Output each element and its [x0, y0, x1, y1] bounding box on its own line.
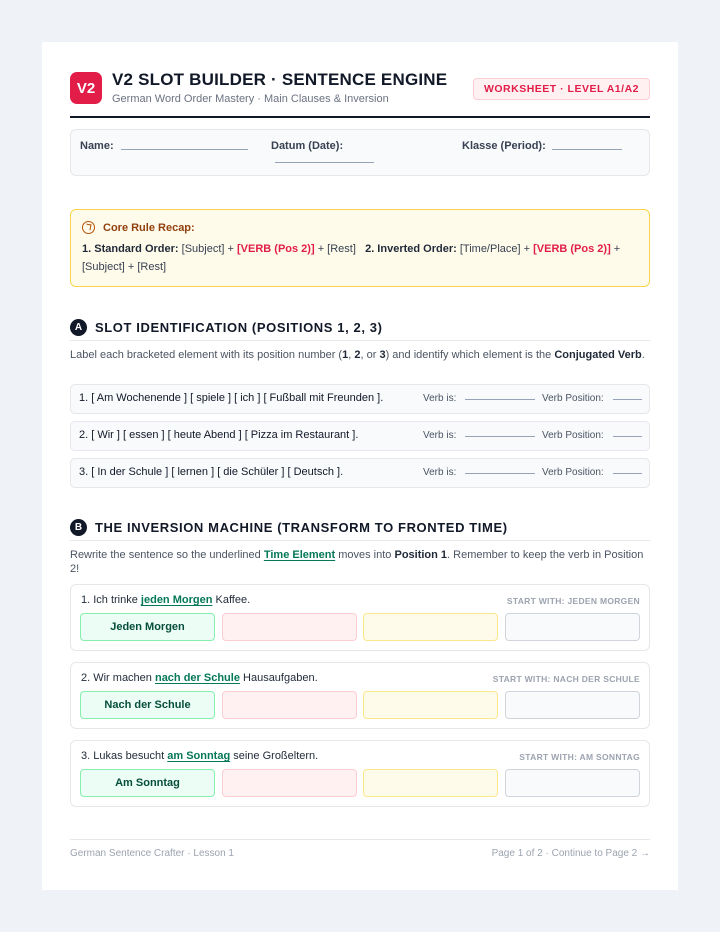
slot-position-1: Am Sonntag	[80, 769, 215, 797]
sentence-text: Hausaufgaben.	[239, 672, 318, 684]
inversion-card: 3. Lukas besucht am Sonntag seine Großel…	[70, 740, 650, 807]
verb-position-field[interactable]	[613, 399, 642, 400]
verb-position-label: Verb Position:	[542, 467, 604, 478]
class-field[interactable]	[552, 149, 622, 150]
slot-rest[interactable]	[505, 769, 640, 797]
page-title: V2 SLOT BUILDER · SENTENCE ENGINE	[112, 70, 448, 89]
exercise-sentence: 1. [ Am Wochenende ] [ spiele ] [ ich ] …	[79, 392, 384, 404]
section-a-title: SLOT IDENTIFICATION (POSITIONS 1, 2, 3)	[95, 320, 383, 335]
inversion-card: 2. Wir machen nach der Schule Hausaufgab…	[70, 662, 650, 729]
sentence-text: 2. Wir machen	[81, 672, 155, 684]
verb-is-label: Verb is:	[423, 467, 457, 478]
date-field[interactable]	[275, 162, 374, 163]
exercise-row: 2. [ Wir ] [ essen ] [ heute Abend ] [ P…	[70, 421, 650, 451]
exercise-row: 3. [ In der Schule ] [ lernen ] [ die Sc…	[70, 458, 650, 488]
card-sentence: 2. Wir machen nach der Schule Hausaufgab…	[81, 672, 318, 684]
core-rule-recap: Core Rule Recap: 1. Standard Order: [Sub…	[70, 209, 650, 287]
instr-time-element: Time Element	[263, 549, 336, 561]
instr-bold: Conjugated Verb	[554, 349, 642, 361]
instr-text: .	[641, 349, 645, 361]
exercise-sentence: 2. [ Wir ] [ essen ] [ heute Abend ] [ P…	[79, 429, 359, 441]
footer-pagination[interactable]: Page 1 of 2 · Continue to Page 2 →	[492, 848, 650, 859]
section-a-heading: A SLOT IDENTIFICATION (POSITIONS 1, 2, 3…	[70, 315, 650, 341]
slot-position-3[interactable]	[363, 769, 498, 797]
slot-position-2[interactable]	[222, 691, 357, 719]
slot-position-2[interactable]	[222, 613, 357, 641]
compass-icon	[82, 221, 95, 234]
card-sentence: 3. Lukas besucht am Sonntag seine Großel…	[81, 750, 318, 762]
card-sentence: 1. Ich trinke jeden Morgen Kaffee.	[81, 594, 250, 606]
instr-text: moves into	[335, 549, 395, 561]
rule2-label: 2. Inverted Order:	[365, 243, 457, 255]
slot-position-3[interactable]	[363, 613, 498, 641]
name-field[interactable]	[121, 149, 248, 150]
verb-is-field[interactable]	[465, 436, 535, 437]
inversion-card: 1. Ich trinke jeden Morgen Kaffee. START…	[70, 584, 650, 651]
slot-rest[interactable]	[505, 613, 640, 641]
page-subtitle: German Word Order Mastery · Main Clauses…	[112, 93, 389, 105]
verb-is-field[interactable]	[465, 399, 535, 400]
header: V2 V2 SLOT BUILDER · SENTENCE ENGINE Ger…	[70, 70, 650, 118]
verb-position-label: Verb Position:	[542, 393, 604, 404]
recap-title: Core Rule Recap:	[103, 221, 195, 234]
time-element: nach der Schule	[154, 672, 240, 684]
footer-lesson: German Sentence Crafter · Lesson 1	[70, 848, 234, 859]
verb-position-field[interactable]	[613, 436, 642, 437]
rule1-label: 1. Standard Order:	[82, 243, 179, 255]
slot-rest[interactable]	[505, 691, 640, 719]
rule1-part-b: + [Rest]	[317, 243, 356, 255]
instr-text: , or	[360, 349, 380, 361]
slot-position-1: Jeden Morgen	[80, 613, 215, 641]
sentence-text: Kaffee.	[212, 594, 251, 606]
verb-is-label: Verb is:	[423, 393, 457, 404]
section-b-badge: B	[70, 519, 87, 536]
level-badge: WORKSHEET · LEVEL A1/A2	[472, 78, 650, 100]
header-divider	[70, 116, 650, 118]
verb-position-label: Verb Position:	[542, 430, 604, 441]
section-a-instructions: Label each bracketed element with its po…	[70, 348, 650, 362]
rule2-part-a: [Time/Place] +	[459, 243, 531, 255]
start-with-hint: START WITH: AM SONNTAG	[519, 752, 640, 762]
instr-bold: Position 1	[394, 549, 448, 561]
worksheet-page: V2 V2 SLOT BUILDER · SENTENCE ENGINE Ger…	[42, 42, 678, 890]
time-element: jeden Morgen	[140, 594, 213, 606]
section-b-instructions: Rewrite the sentence so the underlined T…	[70, 548, 650, 576]
logo: V2	[70, 72, 102, 104]
sentence-text: 1. Ich trinke	[81, 594, 141, 606]
instr-text: Label each bracketed element with its po…	[70, 349, 343, 361]
start-with-hint: START WITH: JEDEN MORGEN	[506, 596, 640, 606]
exercise-row: 1. [ Am Wochenende ] [ spiele ] [ ich ] …	[70, 384, 650, 414]
rule1-part-a: [Subject] +	[181, 243, 234, 255]
class-label: Klasse (Period):	[462, 140, 546, 152]
slot-position-1: Nach der Schule	[80, 691, 215, 719]
section-b-title: THE INVERSION MACHINE (TRANSFORM TO FRON…	[95, 520, 508, 535]
rule2-verb: [VERB (Pos 2)]	[533, 243, 611, 255]
slot-position-2[interactable]	[222, 769, 357, 797]
slot-position-3[interactable]	[363, 691, 498, 719]
section-b-heading: B THE INVERSION MACHINE (TRANSFORM TO FR…	[70, 515, 650, 541]
date-label: Datum (Date):	[271, 140, 344, 152]
verb-position-field[interactable]	[613, 473, 642, 474]
recap-heading: Core Rule Recap:	[82, 221, 195, 234]
rule1-verb: [VERB (Pos 2)]	[237, 243, 315, 255]
start-with-hint: START WITH: NACH DER SCHULE	[492, 674, 640, 684]
exercise-sentence: 3. [ In der Schule ] [ lernen ] [ die Sc…	[79, 466, 344, 478]
time-element: am Sonntag	[167, 750, 231, 762]
verb-is-field[interactable]	[465, 473, 535, 474]
student-info-box: Name: Datum (Date): Klasse (Period):	[70, 129, 650, 176]
sentence-text: 3. Lukas besucht	[81, 750, 168, 762]
verb-is-label: Verb is:	[423, 430, 457, 441]
name-label: Name:	[80, 140, 114, 152]
recap-rules: 1. Standard Order: [Subject] + [VERB (Po…	[82, 240, 638, 276]
sentence-text: seine Großeltern.	[230, 750, 319, 762]
section-a-badge: A	[70, 319, 87, 336]
instr-text: ) and identify which element is the	[385, 349, 555, 361]
footer-divider	[70, 839, 650, 840]
instr-text: Rewrite the sentence so the underlined	[70, 549, 264, 561]
